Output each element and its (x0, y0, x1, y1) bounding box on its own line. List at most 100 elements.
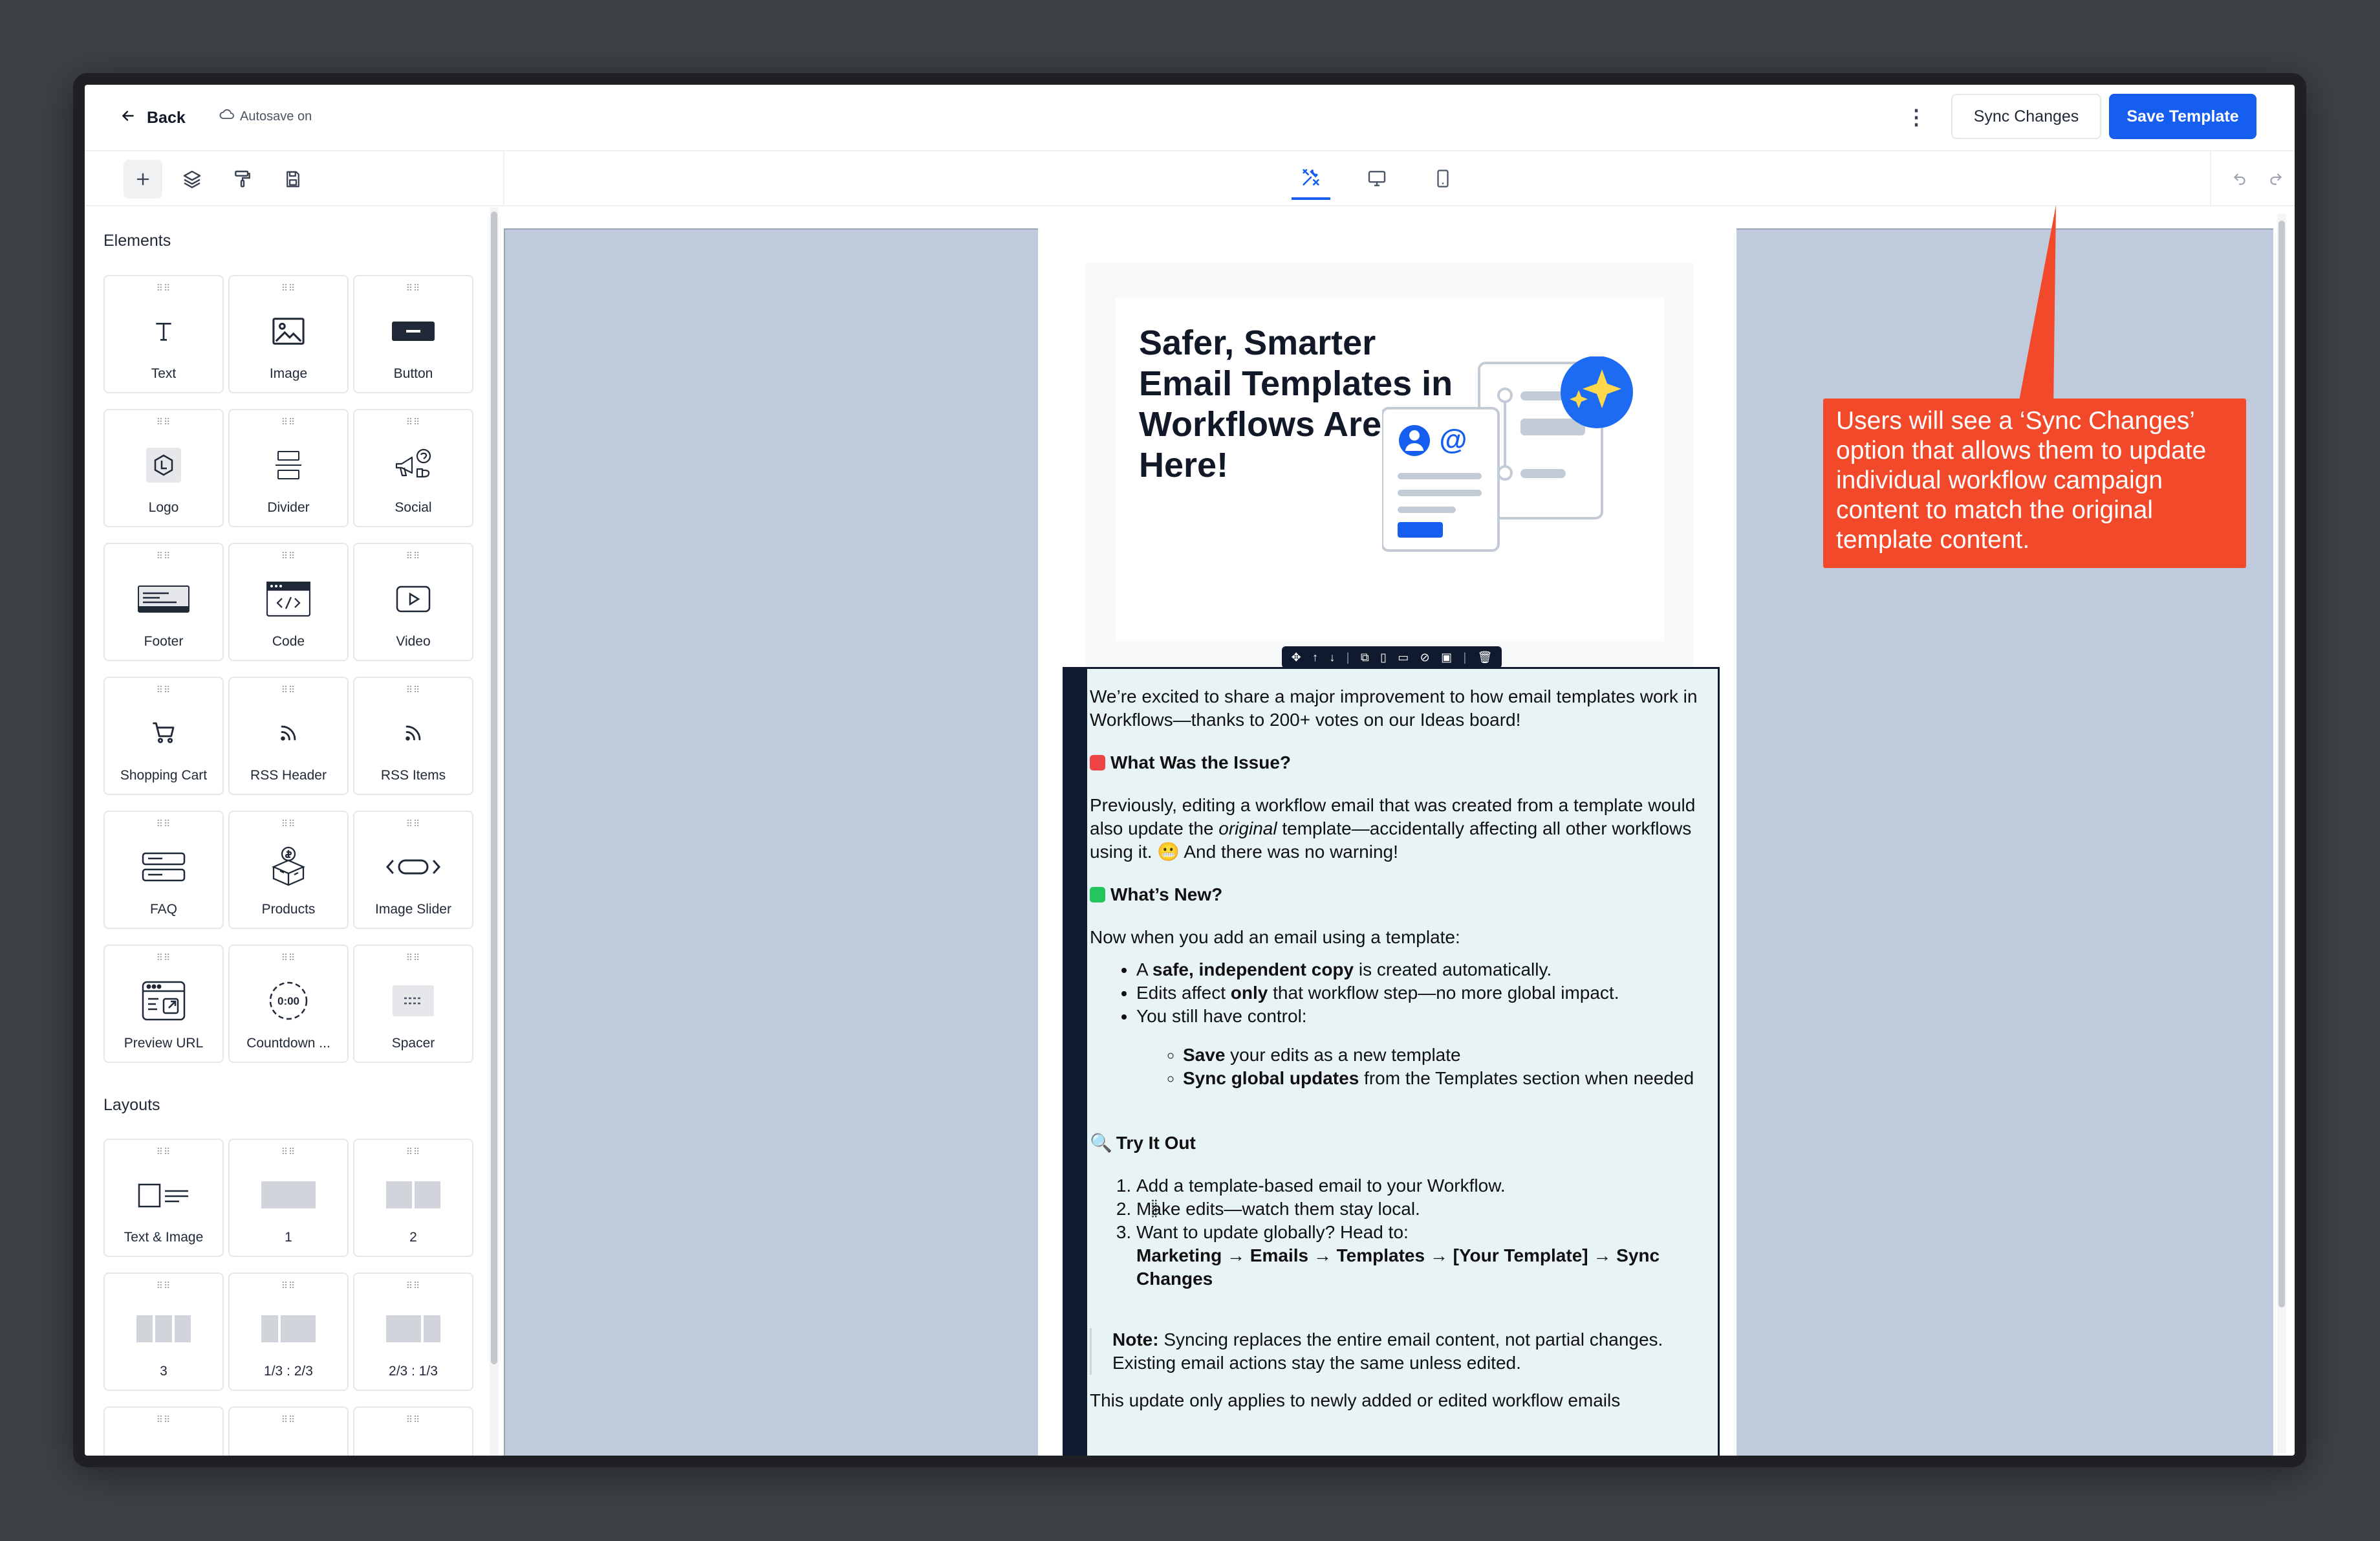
layout-label: 2/3 : 1/3 (389, 1364, 438, 1379)
element-tile-products[interactable]: ⠿⠿ Products (228, 811, 349, 929)
duplicate-icon[interactable]: ⧉ (1361, 651, 1369, 664)
layout-tile-text-image[interactable]: ⠿⠿ Text & Image (103, 1139, 224, 1257)
element-tile-button[interactable]: ⠿⠿ Button (353, 275, 473, 393)
layout-tile-partial[interactable]: ⠿⠿ (353, 1406, 473, 1456)
undo-icon[interactable] (2225, 164, 2254, 192)
email-text-content[interactable]: We’re excited to share a major improveme… (1090, 685, 1698, 1412)
desktop-preview-icon[interactable] (1358, 157, 1396, 200)
element-label: Social (395, 500, 432, 515)
note-blockquote: Note: Syncing replaces the entire email … (1090, 1328, 1698, 1375)
sync-changes-button[interactable]: Sync Changes (1951, 94, 2101, 139)
two-column-layout-icon (354, 1172, 472, 1218)
layout-tile-2[interactable]: ⠿⠿ 2 (353, 1139, 473, 1257)
move-icon[interactable]: ✥ (1292, 651, 1301, 664)
layout-label: 3 (160, 1364, 168, 1379)
products-icon (230, 844, 347, 890)
element-tile-preview-url[interactable]: ⠿⠿ Preview URL (103, 945, 224, 1063)
issue-paragraph: Previously, editing a workflow email tha… (1090, 794, 1698, 864)
element-tile-code[interactable]: ⠿⠿ Code (228, 543, 349, 661)
text-image-layout-icon (105, 1172, 222, 1218)
element-label: Code (272, 634, 305, 649)
code-icon (230, 576, 347, 622)
layout-tile-one-third-two-thirds[interactable]: ⠿⠿ 1/3 : 2/3 (228, 1273, 349, 1391)
drag-grip-icon: ⠿⠿ (406, 952, 421, 963)
list-item: Add a template-based email to your Workf… (1136, 1174, 1698, 1197)
element-tile-rss-items[interactable]: ⠿⠿ RSS Items (353, 677, 473, 795)
shopping-cart-icon (105, 710, 222, 756)
drag-grip-icon: ⠿⠿ (406, 1146, 421, 1157)
hide-icon[interactable]: ⊘ (1420, 651, 1430, 664)
element-tile-image-slider[interactable]: ⠿⠿ Image Slider (353, 811, 473, 929)
issue-heading: What Was the Issue? (1110, 752, 1292, 772)
divider-icon (230, 443, 347, 488)
toolbar-separator: | (1346, 650, 1350, 664)
element-tile-image[interactable]: ⠿⠿ Image (228, 275, 349, 393)
new-heading-row: What’s New? (1090, 883, 1698, 906)
drag-grip-icon: ⠿⠿ (281, 1146, 296, 1157)
footer-icon (105, 576, 222, 622)
layers-icon[interactable] (173, 160, 211, 199)
drag-grip-icon: ⠿⠿ (406, 1280, 421, 1291)
paint-roller-icon[interactable] (223, 160, 262, 199)
element-tile-countdown[interactable]: ⠿⠿ 0:00 Countdown ... (228, 945, 349, 1063)
element-tile-video[interactable]: ⠿⠿ Video (353, 543, 473, 661)
layout-tile-3[interactable]: ⠿⠿ 3 (103, 1273, 224, 1391)
text-icon (105, 309, 222, 354)
back-button[interactable]: Back (120, 104, 186, 131)
element-label: Shopping Cart (120, 768, 208, 783)
add-element-icon[interactable] (124, 160, 162, 199)
drag-grip-icon: ⠿⠿ (406, 1414, 421, 1425)
autosave-label: Autosave on (240, 109, 312, 124)
drag-grip-icon: ⠿⠿ (281, 283, 296, 293)
logo-icon (105, 443, 222, 488)
drag-grip-icon: ⠿⠿ (156, 1280, 171, 1291)
element-tile-social[interactable]: ⠿⠿ Social (353, 409, 473, 527)
element-label: Image (269, 366, 308, 381)
one-column-layout-icon (230, 1172, 347, 1218)
element-tile-divider[interactable]: ⠿⠿ Divider (228, 409, 349, 527)
more-options-icon[interactable]: ⋮ (1903, 103, 1929, 131)
mobile-visibility-icon[interactable]: ▯ (1380, 651, 1387, 664)
image-slider-icon (354, 844, 472, 890)
sidebar-scrollbar-thumb[interactable] (491, 212, 497, 1364)
drag-grip-icon: ⠿⠿ (156, 684, 171, 695)
element-label: Image Slider (375, 902, 451, 917)
element-label: Spacer (391, 1036, 435, 1051)
move-down-icon[interactable]: ↓ (1329, 651, 1335, 664)
back-label: Back (147, 108, 186, 127)
delete-icon[interactable]: 🗑 (1477, 651, 1492, 664)
save-icon[interactable] (274, 160, 312, 199)
element-tile-shopping-cart[interactable]: ⠿⠿ Shopping Cart (103, 677, 224, 795)
element-tile-footer[interactable]: ⠿⠿ Footer (103, 543, 224, 661)
rss-items-icon (354, 710, 472, 756)
drag-grip-icon: ⠿⠿ (281, 952, 296, 963)
save-template-button[interactable]: Save Template (2109, 94, 2256, 139)
countdown-icon: 0:00 (230, 978, 347, 1023)
desktop-visibility-icon[interactable]: ▭ (1398, 651, 1409, 664)
element-label: Logo (148, 500, 179, 515)
save-block-icon[interactable]: ▣ (1441, 651, 1452, 664)
mobile-preview-icon[interactable] (1423, 157, 1462, 200)
check-mark-icon (1090, 887, 1105, 902)
move-up-icon[interactable]: ↑ (1312, 651, 1318, 664)
element-label: RSS Items (380, 768, 446, 783)
element-label: RSS Header (250, 768, 327, 783)
layout-tile-two-thirds-one-third[interactable]: ⠿⠿ 2/3 : 1/3 (353, 1273, 473, 1391)
intro-paragraph: We’re excited to share a major improveme… (1090, 686, 1698, 730)
design-tools-icon[interactable] (1292, 157, 1330, 200)
editor-screen: Back Autosave on ⋮ Sync Changes Save Tem… (85, 85, 2295, 1456)
undo-divider (2210, 151, 2211, 205)
layout-tile-partial[interactable]: ⠿⠿ (228, 1406, 349, 1456)
drag-grip-icon: ⠿⠿ (406, 283, 421, 293)
redo-icon[interactable] (2262, 164, 2290, 192)
canvas-scrollbar-thumb[interactable] (2278, 221, 2285, 1307)
element-tile-faq[interactable]: ⠿⠿ FAQ (103, 811, 224, 929)
layout-tile-partial[interactable]: ⠿⠿ (103, 1406, 224, 1456)
layout-tile-1[interactable]: ⠿⠿ 1 (228, 1139, 349, 1257)
element-tile-logo[interactable]: ⠿⠿ Logo (103, 409, 224, 527)
new-intro: Now when you add an email using a templa… (1090, 927, 1460, 947)
element-tile-spacer[interactable]: ⠿⠿ Spacer (353, 945, 473, 1063)
element-tile-text[interactable]: ⠿⠿ Text (103, 275, 224, 393)
element-tile-rss-header[interactable]: ⠿⠿ RSS Header (228, 677, 349, 795)
element-label: Preview URL (124, 1036, 204, 1051)
